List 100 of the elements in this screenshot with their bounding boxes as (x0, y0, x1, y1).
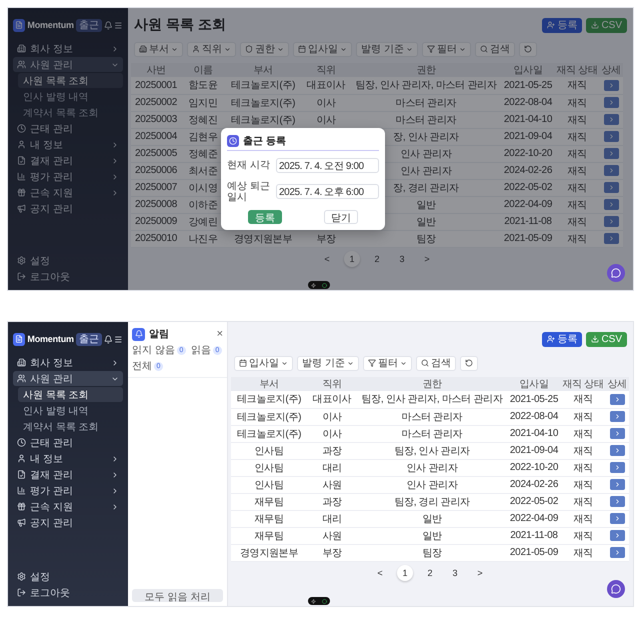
detail-button[interactable] (610, 546, 624, 558)
table-cell: 재직 (555, 111, 599, 128)
filter-dropdown[interactable]: 필터 (422, 42, 471, 56)
sidebar-item[interactable]: 공지 관리 (13, 515, 123, 530)
detail-button[interactable] (604, 182, 618, 193)
detail-button[interactable] (610, 496, 624, 507)
sidebar-item[interactable]: 내 정보 (13, 451, 123, 466)
chevron-right-icon (608, 234, 614, 242)
submenu-item[interactable]: 사원 목록 조회 (18, 387, 123, 402)
date-time-field[interactable]: 2025. 7. 4. 오후 6:00 (276, 184, 379, 200)
sidebar-item[interactable]: 근태 관리 (13, 435, 123, 450)
sidebar-item[interactable]: 사원 관리 (13, 57, 123, 72)
sidebar-item[interactable]: 회사 정보 (13, 355, 123, 370)
page-button[interactable]: 3 (394, 250, 410, 266)
page-button[interactable]: 1 (344, 250, 360, 266)
detail-button[interactable] (604, 198, 618, 210)
detail-button[interactable] (610, 512, 624, 524)
detail-button[interactable] (610, 530, 624, 541)
submenu-item[interactable]: 계약서 목록 조회 (18, 419, 123, 434)
detail-button[interactable] (604, 80, 618, 91)
previous-page-button[interactable]: < (319, 250, 335, 266)
filter-dropdown[interactable]: 직위 (187, 42, 236, 56)
page-button[interactable]: 2 (422, 564, 438, 580)
submit-button[interactable]: 등록 (248, 210, 282, 224)
detail-button[interactable] (604, 164, 618, 176)
mark-all-read-button[interactable]: 모두 읽음 처리 (132, 589, 223, 602)
filter-dropdown[interactable]: 발령 기준 (297, 356, 359, 370)
menu-icon[interactable] (114, 334, 123, 344)
sidebar-item[interactable]: 결재 관리 (13, 153, 123, 168)
detail-button[interactable] (610, 394, 624, 405)
detail-button[interactable] (604, 216, 618, 227)
sidebar-item[interactable]: 근속 지원 (13, 185, 123, 200)
export-button[interactable]: CSV (586, 332, 627, 346)
sidebar-item[interactable]: 설정 (13, 569, 123, 584)
submenu-item[interactable]: 인사 발령 내역 (18, 403, 123, 418)
table-cell: 팀장, 인사 관리자, 마스터 관리자 (351, 77, 501, 94)
filter-dropdown[interactable]: 발령 기준 (356, 42, 418, 56)
search-button[interactable]: 검색 (474, 42, 515, 56)
sidebar-item[interactable]: 사원 관리 (13, 371, 123, 386)
detail-button[interactable] (604, 148, 618, 159)
sidebar-item[interactable]: 로그아웃 (13, 585, 123, 600)
lightning-icon[interactable] (311, 282, 316, 288)
chat-button[interactable] (607, 580, 625, 598)
date-time-field[interactable]: 2025. 7. 4. 오전 9:00 (276, 158, 379, 174)
table-cell: 재직 (555, 196, 599, 213)
sidebar-item[interactable]: 로그아웃 (13, 269, 123, 284)
next-page-button[interactable]: > (419, 250, 435, 266)
notification-bell-icon[interactable] (104, 334, 112, 344)
register-button[interactable]: 등록 (542, 18, 582, 32)
detail-button[interactable] (604, 96, 618, 108)
filter-dropdown[interactable]: 부서 (134, 42, 183, 56)
detail-button[interactable] (604, 232, 618, 244)
close-button[interactable]: 닫기 (324, 210, 358, 224)
sidebar-item[interactable]: 회사 정보 (13, 41, 123, 56)
detail-button[interactable] (610, 478, 624, 490)
submenu-item[interactable]: 사원 목록 조회 (18, 73, 123, 88)
table-cell: 마스터 관리자 (357, 425, 507, 442)
reset-button[interactable] (518, 42, 537, 56)
megaphone-icon (17, 518, 26, 527)
table-cell: 2022-10-20 (501, 145, 555, 162)
sidebar-item[interactable]: 평가 관리 (13, 483, 123, 498)
sidebar-item[interactable]: 평가 관리 (13, 169, 123, 184)
sidebar-item[interactable]: 설정 (13, 253, 123, 268)
sidebar-item[interactable]: 근속 지원 (13, 499, 123, 514)
table-cell: 20250003 (131, 111, 181, 128)
detail-button[interactable] (604, 114, 618, 125)
detail-button[interactable] (610, 462, 624, 473)
table-cell: 테크놀로지(주) (225, 77, 301, 94)
page-button[interactable]: 3 (447, 564, 463, 580)
people-icon (17, 374, 26, 383)
detail-button[interactable] (610, 428, 624, 439)
detail-button[interactable] (604, 130, 618, 142)
sidebar-item[interactable]: 공지 관리 (13, 201, 123, 216)
submenu-item[interactable]: 계약서 목록 조회 (18, 105, 123, 120)
next-page-button[interactable]: > (472, 564, 488, 580)
filter-dropdown[interactable]: 권한 (240, 42, 289, 56)
brand-name: Momentum (27, 334, 74, 344)
sidebar-item[interactable]: 근태 관리 (13, 121, 123, 136)
lightning-icon[interactable] (311, 598, 316, 604)
filter-dropdown[interactable]: 입사일 (293, 42, 352, 56)
table-cell: 재직 (555, 145, 599, 162)
filter-dropdown[interactable]: 입사일 (234, 356, 293, 370)
detail-button[interactable] (610, 444, 624, 456)
page-button[interactable]: 2 (369, 250, 385, 266)
page-button[interactable]: 1 (397, 564, 413, 580)
register-button[interactable]: 등록 (542, 332, 582, 346)
sidebar-item[interactable]: 결재 관리 (13, 467, 123, 482)
chat-button[interactable] (607, 264, 625, 282)
submenu-item[interactable]: 인사 발령 내역 (18, 89, 123, 104)
reset-button[interactable] (460, 356, 478, 370)
previous-page-button[interactable]: < (372, 564, 388, 580)
search-button[interactable]: 검색 (416, 356, 456, 370)
menu-icon[interactable] (114, 20, 123, 30)
sidebar-item[interactable]: 내 정보 (13, 137, 123, 152)
table-cell: 마스터 관리자 (351, 94, 501, 111)
person-icon (17, 454, 26, 463)
calendar-icon (239, 359, 247, 367)
close-button[interactable]: × (216, 328, 223, 340)
filter-dropdown[interactable]: 필터 (362, 356, 412, 370)
detail-button[interactable] (610, 410, 624, 422)
